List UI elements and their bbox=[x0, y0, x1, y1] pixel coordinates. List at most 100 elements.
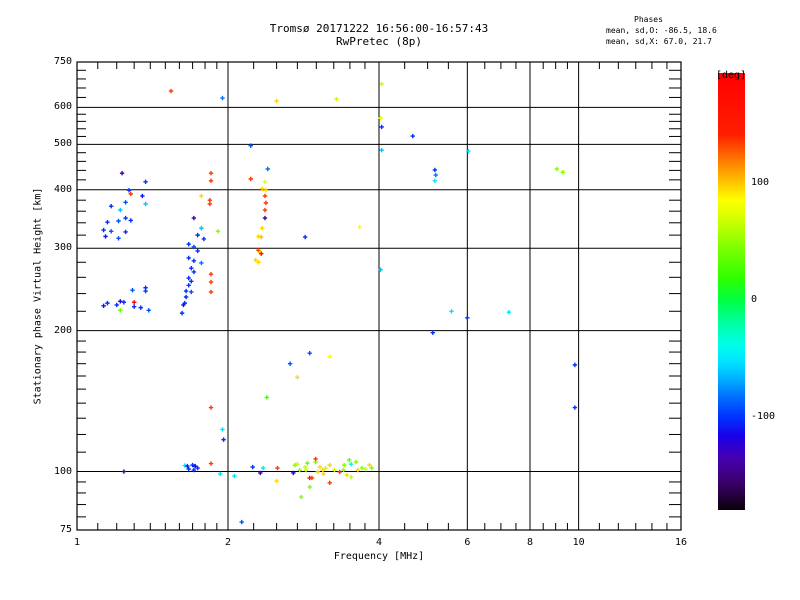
data-point bbox=[307, 485, 311, 489]
phase-colorbar bbox=[718, 73, 745, 510]
data-point bbox=[345, 473, 349, 477]
data-point bbox=[220, 96, 224, 100]
data-point bbox=[264, 201, 268, 205]
data-point bbox=[221, 437, 225, 441]
data-point bbox=[101, 304, 105, 308]
x-tick-label: 4 bbox=[359, 537, 399, 548]
data-point bbox=[250, 465, 254, 469]
data-point bbox=[105, 301, 109, 305]
data-point bbox=[184, 295, 188, 299]
data-point bbox=[274, 99, 278, 103]
data-point bbox=[123, 216, 127, 220]
data-point bbox=[105, 220, 109, 224]
data-point bbox=[195, 249, 199, 253]
data-point bbox=[347, 458, 351, 462]
data-point bbox=[139, 305, 143, 309]
data-point bbox=[555, 167, 559, 171]
data-point bbox=[192, 216, 196, 220]
data-point bbox=[367, 463, 371, 467]
data-point bbox=[431, 330, 435, 334]
data-point bbox=[195, 233, 199, 237]
data-point bbox=[263, 216, 267, 220]
data-point bbox=[208, 198, 212, 202]
y-tick-label: 500 bbox=[38, 138, 72, 149]
data-point bbox=[316, 470, 320, 474]
data-point bbox=[342, 463, 346, 467]
data-point bbox=[216, 229, 220, 233]
data-point bbox=[573, 363, 577, 367]
data-point bbox=[118, 208, 122, 212]
data-point bbox=[370, 466, 374, 470]
data-point bbox=[260, 226, 264, 230]
data-point bbox=[305, 461, 309, 465]
data-point bbox=[129, 218, 133, 222]
data-point bbox=[465, 316, 469, 320]
data-point bbox=[263, 194, 267, 198]
data-point bbox=[209, 272, 213, 276]
data-point bbox=[189, 266, 193, 270]
data-point bbox=[318, 465, 322, 469]
data-point bbox=[449, 309, 453, 313]
data-point bbox=[101, 228, 105, 232]
data-point bbox=[232, 474, 236, 478]
scatter-points bbox=[101, 82, 577, 524]
data-point bbox=[274, 479, 278, 483]
data-point bbox=[303, 235, 307, 239]
data-point bbox=[123, 200, 127, 204]
x-tick-label: 16 bbox=[661, 537, 701, 548]
data-point bbox=[109, 204, 113, 208]
data-point bbox=[169, 89, 173, 93]
data-point bbox=[143, 202, 147, 206]
data-point bbox=[265, 395, 269, 399]
colorbar-units-label: [deg] bbox=[716, 70, 746, 81]
data-point bbox=[321, 472, 325, 476]
data-point bbox=[140, 194, 144, 198]
x-tick-label: 10 bbox=[559, 537, 599, 548]
data-point bbox=[187, 276, 191, 280]
data-point bbox=[259, 235, 263, 239]
x-axis-label: Frequency [MHz] bbox=[77, 551, 681, 562]
data-point bbox=[184, 289, 188, 293]
colorbar-tick-label: -100 bbox=[751, 411, 775, 422]
data-point bbox=[209, 461, 213, 465]
data-point bbox=[307, 351, 311, 355]
data-point bbox=[328, 354, 332, 358]
data-point bbox=[334, 97, 338, 101]
data-point bbox=[143, 289, 147, 293]
data-point bbox=[434, 173, 438, 177]
y-axis-label: Stationary phase Virtual Height [km] bbox=[33, 188, 44, 405]
y-tick-label: 100 bbox=[38, 466, 72, 477]
data-point bbox=[561, 170, 565, 174]
data-point bbox=[328, 481, 332, 485]
y-tick-label: 600 bbox=[38, 101, 72, 112]
data-point bbox=[130, 288, 134, 292]
data-point bbox=[218, 472, 222, 476]
ionogram-plot-area bbox=[0, 0, 800, 600]
data-point bbox=[573, 405, 577, 409]
data-point bbox=[209, 405, 213, 409]
data-point bbox=[261, 466, 265, 470]
data-point bbox=[380, 82, 384, 86]
x-tick-label: 6 bbox=[447, 537, 487, 548]
data-point bbox=[303, 465, 307, 469]
data-point bbox=[199, 194, 203, 198]
data-point bbox=[313, 457, 317, 461]
data-point bbox=[209, 171, 213, 175]
data-point bbox=[132, 300, 136, 304]
y-tick-label: 750 bbox=[38, 56, 72, 67]
data-point bbox=[180, 311, 184, 315]
x-tick-label: 2 bbox=[208, 537, 248, 548]
data-point bbox=[199, 226, 203, 230]
colorbar-tick-label: 0 bbox=[751, 294, 757, 305]
data-point bbox=[116, 236, 120, 240]
data-point bbox=[295, 375, 299, 379]
data-point bbox=[380, 148, 384, 152]
data-point bbox=[299, 495, 303, 499]
data-point bbox=[433, 168, 437, 172]
data-point bbox=[109, 229, 113, 233]
data-point bbox=[103, 234, 107, 238]
data-point bbox=[263, 180, 267, 184]
data-point bbox=[189, 290, 193, 294]
data-point bbox=[507, 310, 511, 314]
data-point bbox=[209, 179, 213, 183]
